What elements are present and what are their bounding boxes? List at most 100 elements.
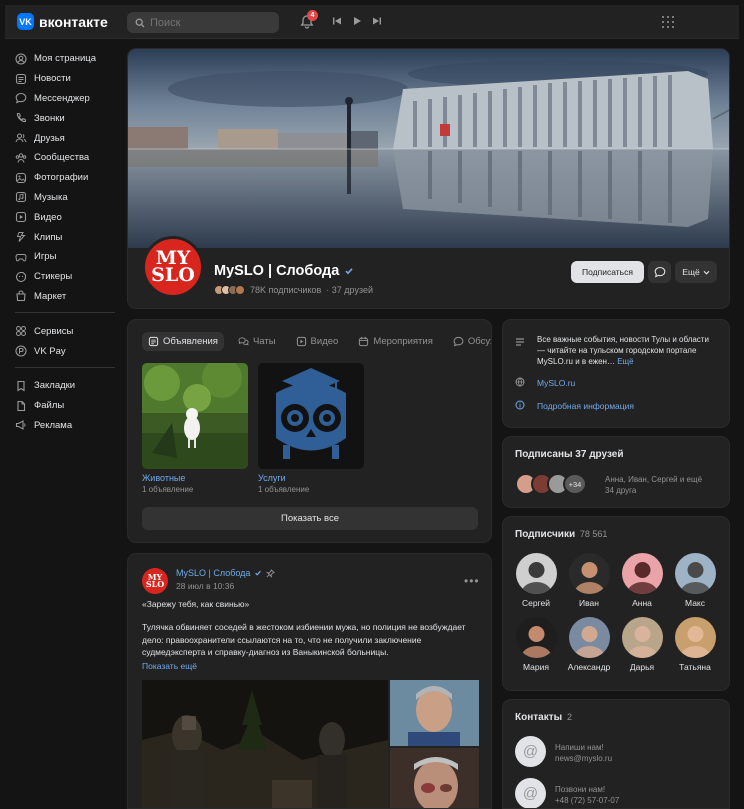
tab-5[interactable]: Обсуждения [447, 332, 491, 351]
verified-icon [255, 570, 262, 576]
content-tabs: Объявления Чаты Видео Мероприятия Обсуждения [142, 332, 491, 351]
phone-icon [16, 113, 27, 123]
notifications-button[interactable]: 4 [299, 10, 318, 30]
subscriber-avatar[interactable] [622, 553, 663, 594]
sidebar-item[interactable]: Клипы [15, 227, 123, 247]
friends-title[interactable]: Подписаны 37 друзей [515, 449, 624, 460]
subscriber-name[interactable]: Мария [506, 662, 566, 672]
message-bubble-icon [654, 266, 665, 278]
sidebar-item[interactable]: Стикеры [15, 267, 123, 287]
owl-logo-image [258, 363, 364, 469]
sidebar-item[interactable]: Друзья [15, 128, 123, 148]
post-author[interactable]: MySLO | Слобода [176, 568, 276, 578]
about-more-link[interactable]: Ещё [617, 357, 633, 366]
subscriber-name[interactable]: Александр [559, 662, 619, 672]
subscriber-name[interactable]: Сергей [506, 598, 566, 608]
apps-grid-icon[interactable] [662, 16, 674, 28]
bookmark-icon [17, 380, 25, 392]
audio-player-controls [332, 16, 382, 26]
friends-count[interactable]: · 37 друзей [326, 285, 373, 295]
listing-title[interactable]: Услуги [258, 473, 286, 483]
sidebar-item[interactable]: Файлы [15, 396, 123, 416]
friends-avatars[interactable]: +34 [515, 473, 605, 495]
post-author-avatar[interactable]: MY SLO [142, 568, 168, 594]
contacts-count: 2 [566, 712, 572, 722]
subscriber-avatar[interactable] [675, 553, 716, 594]
subscriber-avatar[interactable] [569, 553, 610, 594]
website-link[interactable]: MySLO.ru [537, 378, 575, 388]
verified-icon [345, 268, 353, 275]
subscriber-avatar[interactable] [516, 553, 557, 594]
sidebar-item[interactable]: Сервисы [15, 321, 123, 341]
subscriber-name[interactable]: Иван [559, 598, 619, 608]
post-text: Тулячка обвиняет соседей в жестоком изби… [142, 622, 466, 657]
ads-icon [15, 420, 26, 431]
subscriber-avatar[interactable] [622, 617, 663, 658]
vk-logo[interactable]: VK вконтакте [17, 13, 108, 30]
show-all-button[interactable]: Показать все [142, 507, 478, 530]
post-photo-side-bottom[interactable] [390, 748, 479, 808]
tab-1[interactable]: Объявления [142, 332, 224, 351]
sidebar-item[interactable]: Закладки [15, 376, 123, 396]
sidebar-item[interactable]: Мессенджер [15, 89, 123, 109]
sidebar-item[interactable]: Маркет [15, 287, 123, 307]
post-photo-side-top[interactable] [390, 680, 479, 746]
tab-2[interactable]: Чаты [232, 332, 282, 351]
sidebar-item[interactable]: Реклама [15, 416, 123, 436]
sidebar-item[interactable]: Сообщества [15, 148, 123, 168]
subscriber-avatar[interactable] [516, 617, 557, 658]
contact-item[interactable]: Напиши нам! news@myslo.ru [555, 742, 612, 764]
sidebar-item[interactable]: Игры [15, 247, 123, 267]
listing-count: 1 объявление [142, 485, 194, 494]
details-link[interactable]: Подробная информация [537, 401, 634, 411]
contact-line1: Напиши нам! [555, 743, 604, 752]
subscriber-name[interactable]: Макс [665, 598, 725, 608]
news-icon [15, 73, 27, 84]
contacts-title[interactable]: Контакты 2 [515, 712, 572, 723]
followers-count[interactable]: 78K подписчиков [250, 285, 321, 295]
sidebar-item[interactable]: Звонки [15, 108, 123, 128]
sidebar-item[interactable]: Музыка [15, 188, 123, 208]
search-box[interactable] [127, 12, 279, 33]
listing-thumb-services[interactable] [258, 363, 364, 469]
community-avatar[interactable]: MY SLO [142, 236, 204, 298]
previous-track-icon[interactable] [332, 16, 342, 26]
sidebar-divider [15, 312, 115, 314]
contacts-label: Контакты [515, 712, 563, 723]
sidebar-item[interactable]: VK Pay [15, 341, 123, 361]
post-photo-main[interactable] [142, 680, 388, 808]
contact-item[interactable]: Позвони нам! +48 (72) 57-07-07 [555, 784, 619, 806]
sidebar-item-label: Фотографии [34, 172, 89, 184]
sidebar-item[interactable]: Фотографии [15, 168, 123, 188]
search-input[interactable] [150, 16, 270, 29]
subscriber-name[interactable]: Татьяна [665, 662, 725, 672]
friends-icon [15, 133, 27, 143]
subscriber-avatar[interactable] [569, 617, 610, 658]
listing-title[interactable]: Животные [142, 473, 185, 483]
next-track-icon[interactable] [372, 16, 382, 26]
vk-logo-icon: VK [17, 13, 34, 30]
sidebar-item[interactable]: Моя страница [15, 49, 123, 69]
subscriber-name[interactable]: Дарья [612, 662, 672, 672]
play-icon[interactable] [352, 16, 362, 26]
subscribers-card: Подписчики 78 561 Сергей Иван Анна Макс Мари… [502, 516, 730, 691]
sidebar-item[interactable]: Новости [15, 69, 123, 89]
subscribe-button[interactable]: Подписаться [571, 261, 644, 283]
tab-4[interactable]: Мероприятия [352, 332, 439, 351]
subscriber-avatar[interactable] [675, 617, 716, 658]
tab-3[interactable]: Видео [290, 332, 345, 351]
post-show-more-link[interactable]: Показать ещё [142, 661, 197, 671]
subscriber-name[interactable]: Анна [612, 598, 672, 608]
listing-thumb-animals[interactable] [142, 363, 248, 469]
more-button[interactable]: Ещё [675, 261, 717, 283]
message-button[interactable] [648, 261, 671, 283]
music-icon [15, 192, 27, 203]
contact-at-icon[interactable]: @ [515, 736, 546, 767]
post-menu-icon[interactable]: ••• [464, 574, 480, 588]
post-author-name[interactable]: MySLO | Слобода [176, 568, 250, 578]
sidebar-item[interactable]: Видео [15, 207, 123, 227]
contact-at-icon[interactable]: @ [515, 778, 546, 808]
subscribers-title[interactable]: Подписчики 78 561 [515, 529, 607, 540]
post-date[interactable]: 28 июл в 10:36 [176, 581, 234, 591]
app-frame: VK вконтакте 4 Моя страница Новости Мессен… [5, 5, 739, 809]
